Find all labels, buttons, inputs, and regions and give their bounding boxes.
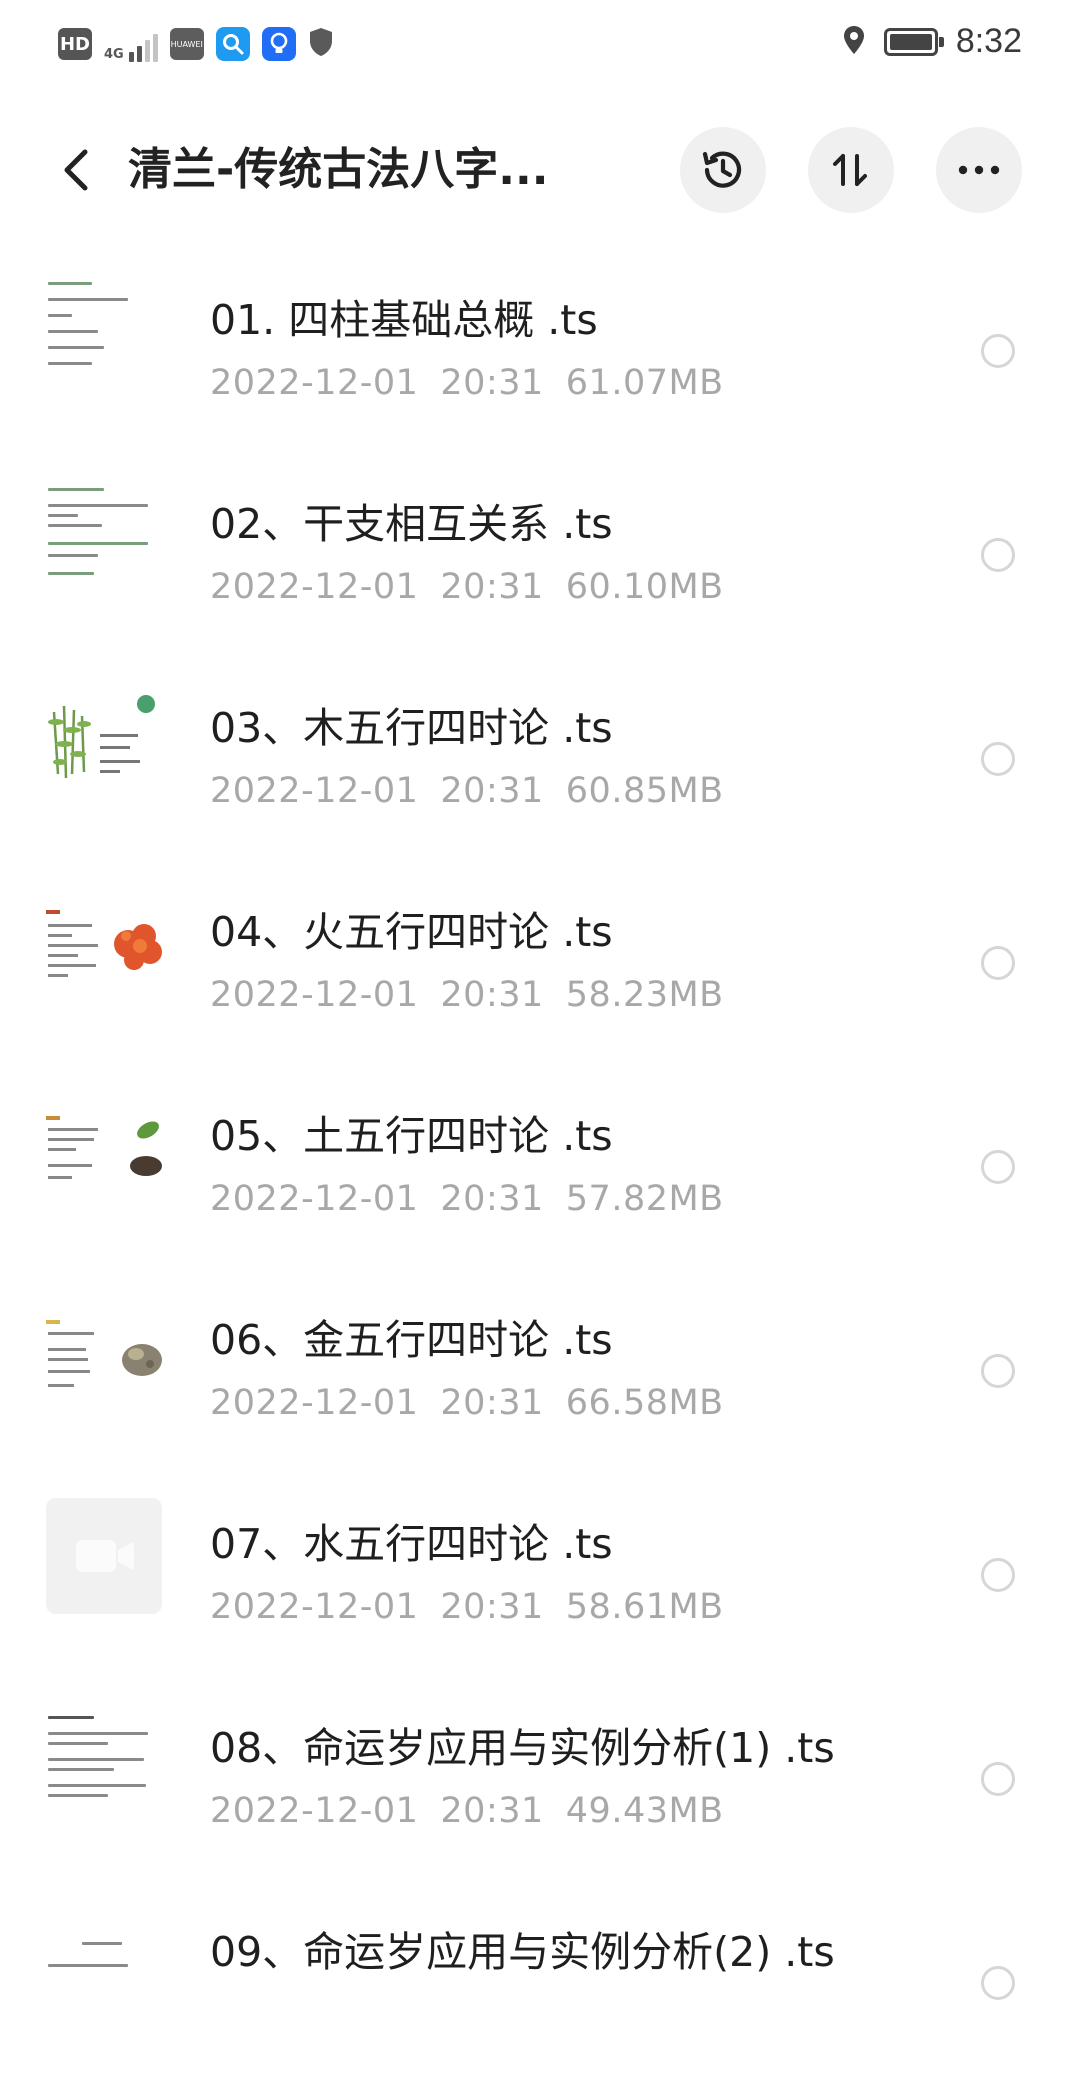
file-time: 20:31 <box>440 567 544 607</box>
page-title: 清兰-传统古法八字... <box>128 144 549 195</box>
file-name: 07、水五行四时论 .ts <box>210 1520 613 1568</box>
file-thumbnail <box>46 682 162 798</box>
file-size: 66.58MB <box>565 1383 724 1423</box>
file-name: 04、火五行四时论 .ts <box>210 908 613 956</box>
back-button[interactable] <box>46 140 106 200</box>
select-radio[interactable] <box>981 538 1015 572</box>
file-meta: 2022-12-01 20:31 58.23MB <box>210 974 746 1016</box>
video-thumbnail <box>46 1498 162 1614</box>
file-size: 61.07MB <box>565 363 724 403</box>
file-size: 58.61MB <box>565 1587 724 1627</box>
file-date: 2022-12-01 <box>210 771 419 811</box>
history-button[interactable] <box>680 127 766 213</box>
file-thumbnail <box>46 478 162 594</box>
network-type-label: 4G <box>104 47 124 62</box>
title-bar: 清兰-传统古法八字... <box>0 120 1080 220</box>
status-icons-left: HD 4G HUAWEI <box>58 26 334 62</box>
file-thumbnail <box>46 1702 162 1818</box>
video-camera-icon <box>76 1540 134 1572</box>
file-meta: 2022-12-01 20:31 60.10MB <box>210 566 746 608</box>
file-row[interactable]: 02、干支相互关系 .ts 2022-12-01 20:31 60.10MB <box>0 456 1080 660</box>
select-radio[interactable] <box>981 1354 1015 1388</box>
shield-icon <box>308 26 334 62</box>
file-time: 20:31 <box>440 1791 544 1831</box>
file-name: 08、命运岁应用与实例分析(1) .ts <box>210 1724 835 1772</box>
file-row[interactable]: 06、金五行四时论 .ts 2022-12-01 20:31 66.58MB <box>0 1272 1080 1476</box>
file-meta: 2022-12-01 20:31 60.85MB <box>210 770 746 812</box>
file-meta: 2022-12-01 20:31 66.58MB <box>210 1382 746 1424</box>
file-meta <box>210 1994 276 2036</box>
file-meta: 2022-12-01 20:31 58.61MB <box>210 1586 746 1628</box>
file-time: 20:31 <box>440 771 544 811</box>
file-thumbnail <box>46 1090 162 1206</box>
file-list: 01. 四柱基础总概 .ts 2022-12-01 20:31 61.07MB 02… <box>0 252 1080 2088</box>
file-row[interactable]: 03、木五行四时论 .ts 2022-12-01 20:31 60.85MB <box>0 660 1080 864</box>
file-row[interactable]: 05、土五行四时论 .ts 2022-12-01 20:31 57.82MB <box>0 1068 1080 1272</box>
file-name: 06、金五行四时论 .ts <box>210 1316 613 1364</box>
sort-icon <box>833 154 867 186</box>
file-meta: 2022-12-01 20:31 49.43MB <box>210 1790 746 1832</box>
file-date: 2022-12-01 <box>210 1383 419 1423</box>
file-meta: 2022-12-01 20:31 57.82MB <box>210 1178 746 1220</box>
more-icon <box>958 165 1000 175</box>
sort-button[interactable] <box>808 127 894 213</box>
history-icon <box>702 151 742 188</box>
file-row[interactable]: 01. 四柱基础总概 .ts 2022-12-01 20:31 61.07MB <box>0 252 1080 456</box>
file-thumbnail <box>46 1294 162 1410</box>
file-size: 60.85MB <box>565 771 724 811</box>
file-date: 2022-12-01 <box>210 1587 419 1627</box>
battery-icon <box>883 27 944 56</box>
file-time: 20:31 <box>440 363 544 403</box>
file-size: 60.10MB <box>565 567 724 607</box>
file-time: 20:31 <box>440 1383 544 1423</box>
file-name: 03、木五行四时论 .ts <box>210 704 613 752</box>
clock: 8:32 <box>955 22 1022 60</box>
file-thumbnail <box>46 274 162 390</box>
select-radio[interactable] <box>981 334 1015 368</box>
file-thumbnail <box>46 886 162 1002</box>
huawei-app-icon: HUAWEI <box>169 28 204 60</box>
signal-icon: 4G <box>104 26 158 62</box>
file-date: 2022-12-01 <box>210 1179 419 1219</box>
file-row[interactable]: 07、水五行四时论 .ts 2022-12-01 20:31 58.61MB <box>0 1476 1080 1680</box>
select-radio[interactable] <box>981 946 1015 980</box>
file-name: 09、命运岁应用与实例分析(2) .ts <box>210 1928 835 1976</box>
file-row[interactable]: 08、命运岁应用与实例分析(1) .ts 2022-12-01 20:31 49.4… <box>0 1680 1080 1884</box>
file-size: 58.23MB <box>565 975 724 1015</box>
file-row[interactable]: 04、火五行四时论 .ts 2022-12-01 20:31 58.23MB <box>0 864 1080 1068</box>
file-time: 20:31 <box>440 1179 544 1219</box>
file-name: 01. 四柱基础总概 .ts <box>210 296 598 344</box>
file-thumbnail <box>46 1906 162 2022</box>
back-arrow-icon <box>64 149 88 191</box>
select-radio[interactable] <box>981 1150 1015 1184</box>
status-icons-right: 8:32 <box>842 22 1022 61</box>
file-name: 05、土五行四时论 .ts <box>210 1112 613 1160</box>
file-meta: 2022-12-01 20:31 61.07MB <box>210 362 746 404</box>
location-icon <box>842 24 866 60</box>
file-row[interactable]: 09、命运岁应用与实例分析(2) .ts <box>0 1884 1080 2088</box>
file-date: 2022-12-01 <box>210 975 419 1015</box>
search-app-icon <box>215 27 250 61</box>
file-name: 02、干支相互关系 .ts <box>210 500 613 548</box>
lightbulb-app-icon <box>261 27 296 61</box>
file-size: 49.43MB <box>565 1791 724 1831</box>
select-radio[interactable] <box>981 1558 1015 1592</box>
more-button[interactable] <box>936 127 1022 213</box>
file-date: 2022-12-01 <box>210 1791 419 1831</box>
file-time: 20:31 <box>440 975 544 1015</box>
file-size: 57.82MB <box>565 1179 724 1219</box>
select-radio[interactable] <box>981 1762 1015 1796</box>
status-bar: HD 4G HUAWEI 8:32 <box>0 0 1080 92</box>
file-date: 2022-12-01 <box>210 363 419 403</box>
select-radio[interactable] <box>981 742 1015 776</box>
file-time: 20:31 <box>440 1587 544 1627</box>
file-date: 2022-12-01 <box>210 567 419 607</box>
hd-icon: HD <box>58 28 92 60</box>
select-radio[interactable] <box>981 1966 1015 2000</box>
